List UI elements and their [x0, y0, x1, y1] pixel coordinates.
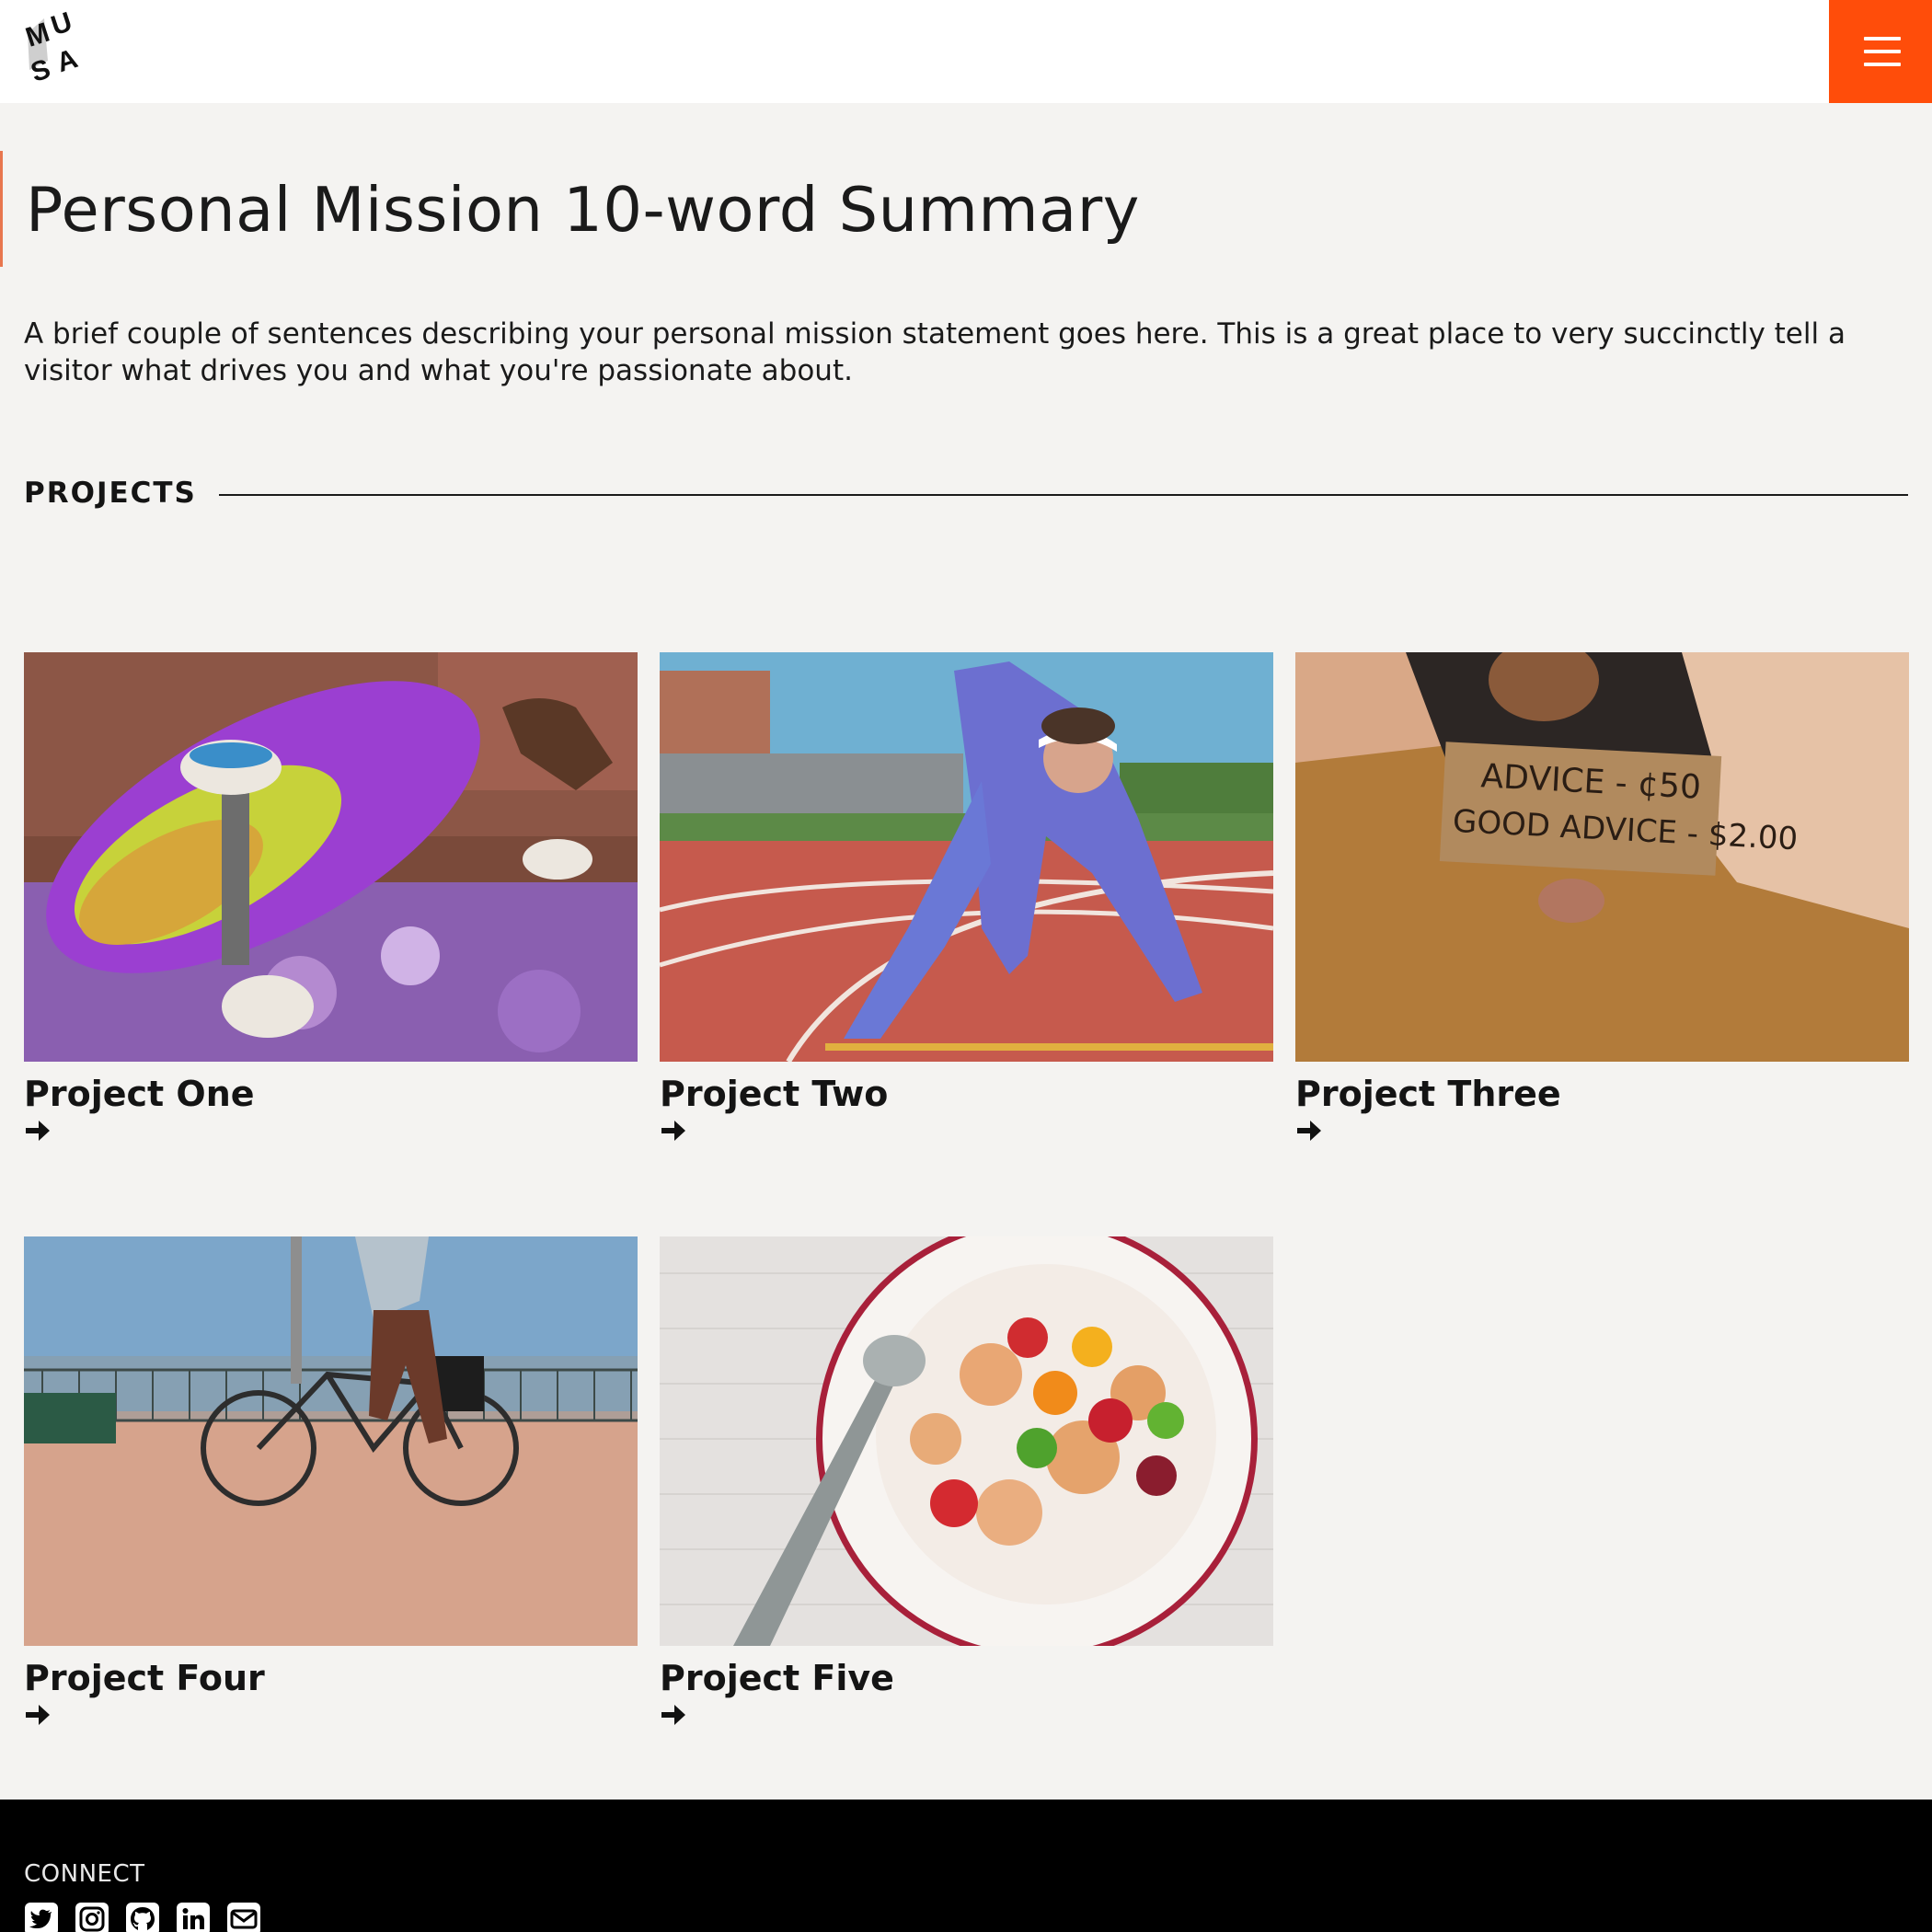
hero-accent-bar	[0, 151, 3, 267]
mission-description: A brief couple of sentences describing y…	[24, 317, 1846, 387]
hamburger-bar	[1864, 50, 1901, 53]
hamburger-bar	[1864, 63, 1901, 66]
project-card[interactable]: ADVICE - ¢50 GOOD ADVICE - $2.00 Project…	[1295, 652, 1909, 1144]
svg-text:M: M	[24, 17, 53, 53]
twitter-icon[interactable]	[24, 1903, 59, 1932]
project-title[interactable]: Project Five	[660, 1657, 1273, 1699]
arrow-right-icon[interactable]	[24, 1117, 52, 1144]
project-title[interactable]: Project Four	[24, 1657, 638, 1699]
project-card[interactable]: Project One	[24, 652, 638, 1144]
linkedin-icon[interactable]	[176, 1903, 211, 1932]
menu-button[interactable]	[1829, 0, 1932, 103]
site-header: M U S A	[0, 0, 1932, 103]
cyclist-photo[interactable]	[24, 1236, 638, 1646]
svg-text:A: A	[53, 43, 82, 78]
cereal-gummy-bears-photo[interactable]	[660, 1236, 1273, 1646]
svg-text:S: S	[28, 53, 54, 88]
connect-label: CONNECT	[24, 1860, 145, 1888]
site-footer: CONNECT	[0, 1800, 1932, 1932]
project-card[interactable]: Project Five	[660, 1236, 1273, 1729]
musa-logo[interactable]: M U S A	[22, 6, 88, 88]
arrow-right-icon[interactable]	[660, 1117, 687, 1144]
arrow-right-icon[interactable]	[660, 1701, 687, 1729]
project-title[interactable]: Project One	[24, 1073, 638, 1115]
project-card[interactable]: Project Two	[660, 652, 1273, 1144]
advice-sign-photo[interactable]: ADVICE - ¢50 GOOD ADVICE - $2.00	[1295, 652, 1909, 1062]
page-title: Personal Mission 10-word Summary	[26, 174, 1140, 246]
project-title[interactable]: Project Three	[1295, 1073, 1909, 1115]
arrow-right-icon[interactable]	[1295, 1117, 1323, 1144]
project-title[interactable]: Project Two	[660, 1073, 1273, 1115]
instagram-icon[interactable]	[75, 1903, 109, 1932]
arrow-right-icon[interactable]	[24, 1701, 52, 1729]
runner-on-track-photo[interactable]	[660, 652, 1273, 1062]
github-icon[interactable]	[125, 1903, 160, 1932]
email-icon[interactable]	[226, 1903, 261, 1932]
project-card[interactable]: Project Four	[24, 1236, 638, 1729]
skateboard-photo[interactable]	[24, 652, 638, 1062]
section-divider	[219, 494, 1908, 496]
svg-text:U: U	[48, 6, 76, 41]
projects-heading: PROJECTS	[24, 477, 197, 510]
hamburger-menu-icon	[1864, 37, 1901, 40]
